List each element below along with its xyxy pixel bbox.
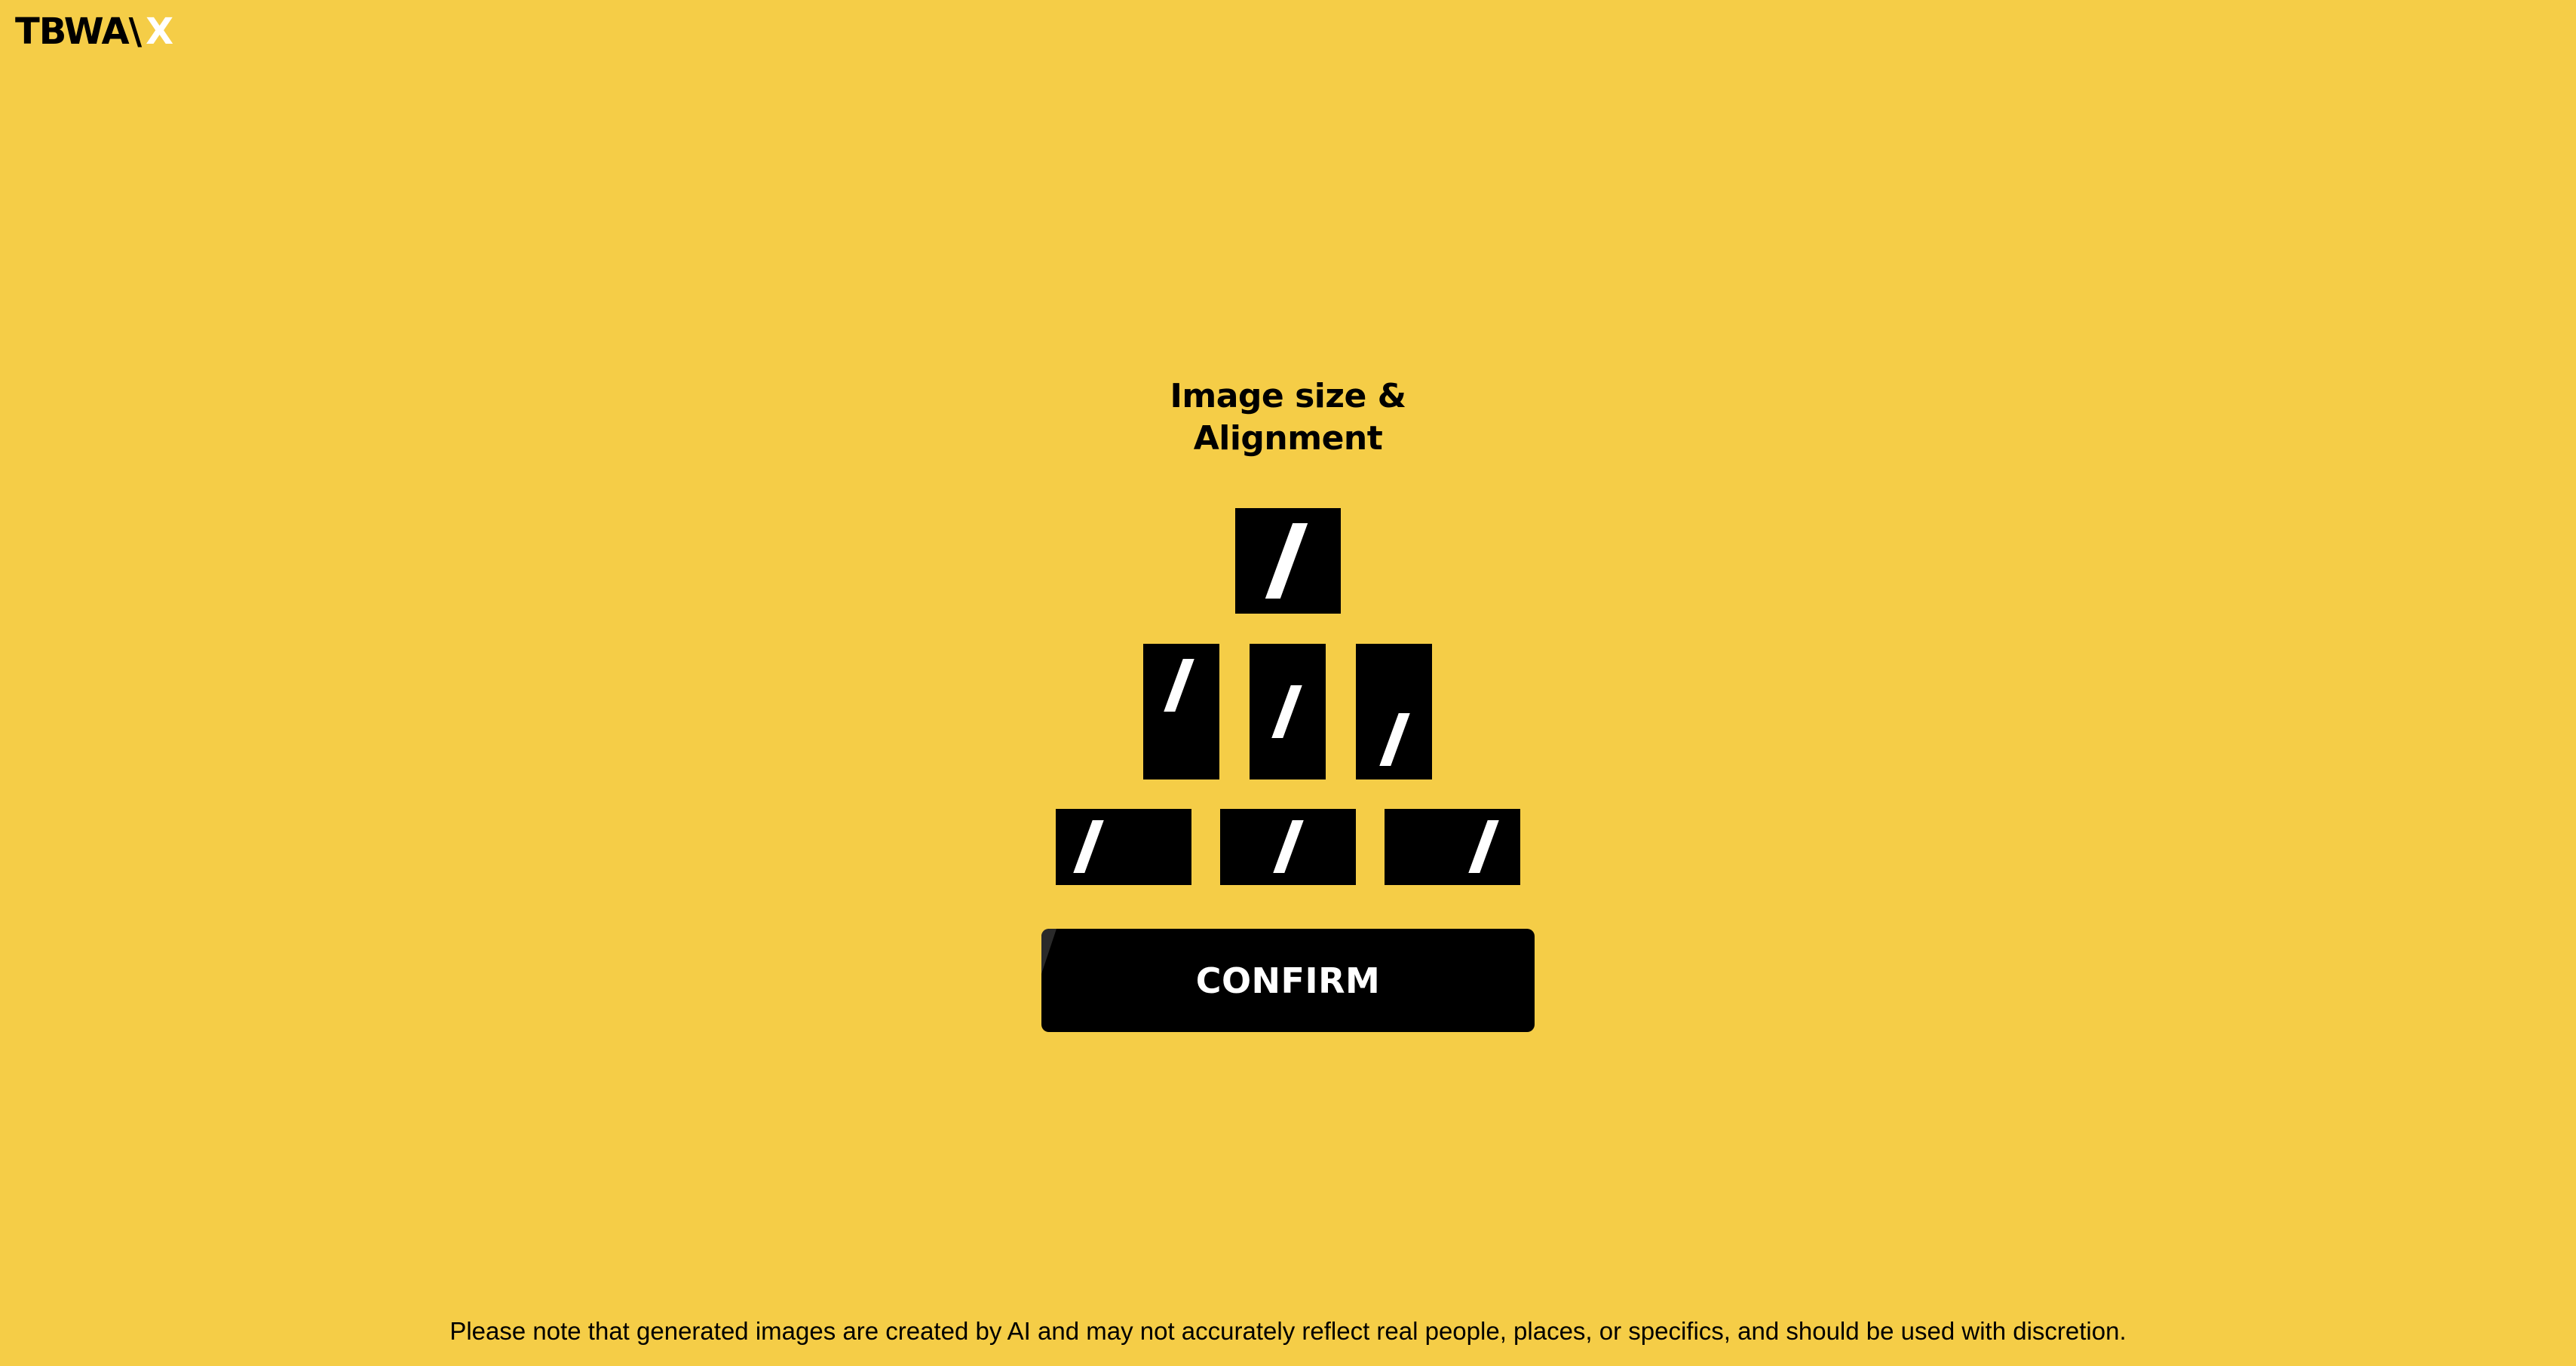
logo-suffix: X [146, 11, 173, 53]
tile-landscape-right[interactable] [1385, 809, 1520, 885]
slash-mark-icon [1468, 820, 1499, 873]
page-title-line-1: Image size & [1170, 377, 1406, 415]
ai-disclaimer: Please note that generated images are cr… [449, 1317, 2127, 1345]
tile-landscape-center[interactable] [1220, 809, 1356, 885]
slash-mark-icon [1073, 820, 1104, 873]
slash-mark-icon [1164, 659, 1194, 712]
logo-wordmark: TBWA\ [15, 11, 142, 53]
tile-portrait-top[interactable] [1143, 644, 1219, 779]
page-title: Image size & Alignment [1062, 375, 1514, 460]
slash-mark-icon [1265, 523, 1308, 599]
confirm-button-label: CONFIRM [1195, 960, 1381, 1001]
tbwa-logo: TBWA\ X [15, 11, 173, 53]
button-corner-accent [1041, 929, 1056, 974]
page-title-line-2: Alignment [1193, 419, 1383, 458]
tile-landscape-left[interactable] [1056, 809, 1191, 885]
slash-mark-icon [1271, 685, 1302, 738]
slash-mark-icon [1273, 820, 1304, 873]
tile-portrait-bottom[interactable] [1356, 644, 1432, 779]
confirm-button[interactable]: CONFIRM [1041, 929, 1535, 1032]
slash-mark-icon [1379, 713, 1410, 766]
tile-square-center[interactable] [1235, 508, 1341, 614]
tile-portrait-center[interactable] [1250, 644, 1326, 779]
